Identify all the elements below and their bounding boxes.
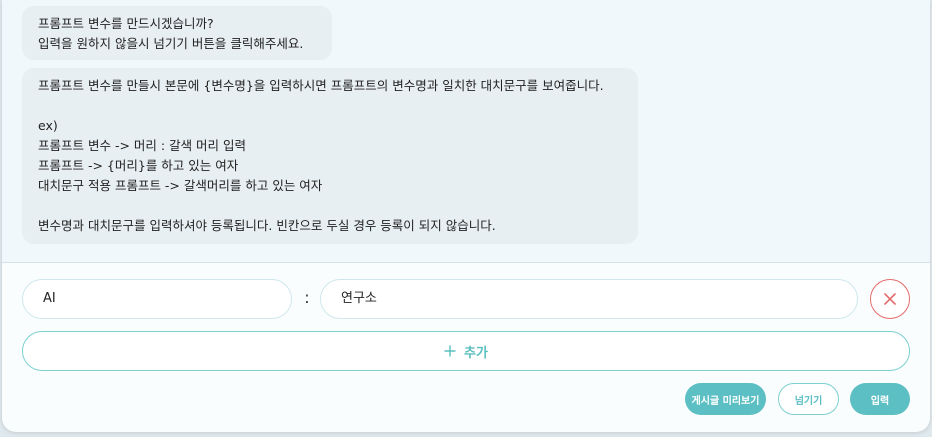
chat-message: 프롬프트 변수를 만드시겠습니까? 입력을 원하지 않을시 넘기기 버튼을 클릭… <box>22 6 332 60</box>
message-line: 프롬프트 변수를 만드시겠습니까? <box>38 16 214 31</box>
add-button-label: 추가 <box>464 345 488 361</box>
message-line: ex) <box>38 118 58 133</box>
plus-icon <box>444 345 456 357</box>
chat-message: 프롬프트 변수를 만들시 본문에 {변수명}을 입력하시면 프롬프트의 변수명과… <box>22 68 638 244</box>
preview-post-button[interactable]: 게시글 미리보기 <box>685 383 766 415</box>
message-line: 변수명과 대치문구를 입력하셔야 등록됩니다. 빈칸으로 두실 경우 등록이 되… <box>38 218 496 233</box>
variable-name-value: AI <box>43 291 56 306</box>
variable-name-input[interactable]: AI <box>22 279 292 319</box>
message-line <box>38 96 622 116</box>
prompt-variable-panel: 프롬프트 변수를 만드시겠습니까? 입력을 원하지 않을시 넘기기 버튼을 클릭… <box>2 0 930 432</box>
divider <box>2 262 930 263</box>
message-line: 프롬프트 변수를 만들시 본문에 {변수명}을 입력하시면 프롬프트의 변수명과… <box>38 78 604 93</box>
message-line: 프롬프트 -> {머리}를 하고 있는 여자 <box>38 158 239 173</box>
delete-variable-button[interactable] <box>870 279 910 319</box>
submit-button-label: 입력 <box>870 395 890 407</box>
close-icon <box>884 293 896 305</box>
message-line: 대치문구 적용 프롬프트 -> 갈색머리를 하고 있는 여자 <box>38 178 323 193</box>
separator: : <box>304 288 310 307</box>
message-line <box>38 196 622 216</box>
submit-button[interactable]: 입력 <box>850 383 910 415</box>
add-variable-button[interactable]: 추가 <box>22 331 910 371</box>
message-line: 입력을 원하지 않을시 넘기기 버튼을 클릭해주세요. <box>38 36 304 51</box>
skip-button-label: 넘기기 <box>794 395 823 407</box>
message-line: 프롬프트 변수 -> 머리 : 갈색 머리 입력 <box>38 138 247 153</box>
chat-area: 프롬프트 변수를 만드시겠습니까? 입력을 원하지 않을시 넘기기 버튼을 클릭… <box>2 0 930 262</box>
replacement-text-value: 연구소 <box>341 291 377 306</box>
preview-button-label: 게시글 미리보기 <box>691 395 760 407</box>
replacement-text-input[interactable]: 연구소 <box>320 279 858 319</box>
skip-button[interactable]: 넘기기 <box>778 383 839 415</box>
